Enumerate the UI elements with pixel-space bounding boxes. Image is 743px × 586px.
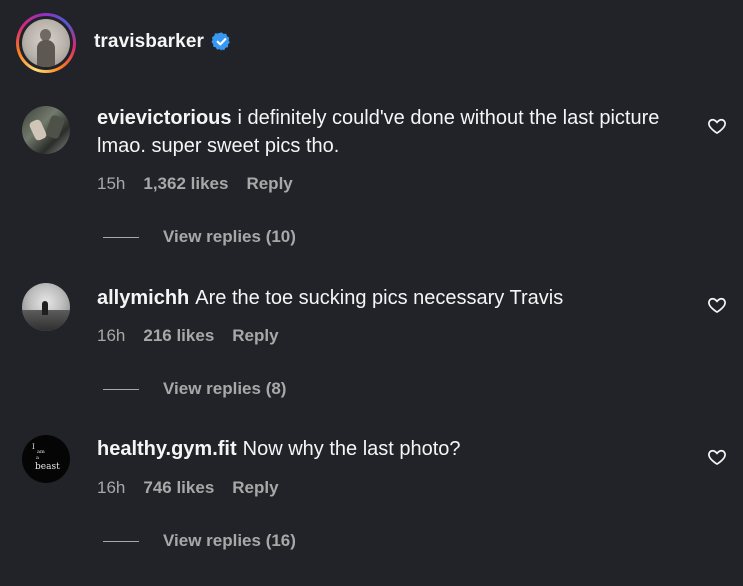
commenter-avatar[interactable] bbox=[22, 106, 70, 154]
view-replies-label: View replies (10) bbox=[163, 227, 296, 246]
comment-likes[interactable]: 746 likes bbox=[143, 478, 214, 498]
verified-badge-icon bbox=[211, 32, 230, 51]
reply-button[interactable]: Reply bbox=[232, 326, 278, 346]
comment-time: 15h bbox=[97, 174, 126, 193]
comment-time: 16h bbox=[97, 478, 126, 497]
comment-time: 16h bbox=[97, 326, 126, 345]
avatar-logo-text: I bbox=[32, 443, 35, 451]
commenter-username[interactable]: evievictorious bbox=[97, 107, 232, 129]
view-replies-button[interactable]: View replies (16) bbox=[103, 531, 296, 551]
author-username[interactable]: travisbarker bbox=[94, 31, 204, 53]
comment-likes[interactable]: 216 likes bbox=[143, 326, 214, 346]
comment-body: allymichh Are the toe sucking pics necess… bbox=[97, 284, 697, 312]
comment-meta: 16h 746 likes Reply bbox=[97, 478, 279, 498]
view-replies-label: View replies (8) bbox=[163, 379, 287, 398]
comment-likes[interactable]: 1,362 likes bbox=[143, 174, 228, 194]
view-replies-label: View replies (16) bbox=[163, 531, 296, 550]
heart-icon[interactable] bbox=[707, 295, 727, 315]
replies-divider bbox=[103, 540, 139, 542]
commenter-avatar[interactable]: I am a beast bbox=[22, 435, 70, 483]
reply-button[interactable]: Reply bbox=[246, 174, 292, 194]
avatar-logo-text: a bbox=[36, 455, 39, 461]
commenter-username[interactable]: allymichh bbox=[97, 287, 189, 309]
comment-text: Are the toe sucking pics necessary Travi… bbox=[195, 287, 564, 309]
comment-meta: 16h 216 likes Reply bbox=[97, 326, 279, 346]
replies-divider bbox=[103, 236, 139, 238]
view-replies-button[interactable]: View replies (8) bbox=[103, 379, 286, 399]
comment-body: healthy.gym.fit Now why the last photo? bbox=[97, 435, 697, 463]
comment-text: Now why the last photo? bbox=[242, 438, 461, 460]
author-avatar-image bbox=[22, 19, 70, 67]
comments-panel: travisbarker evievictorious i definitely … bbox=[0, 0, 743, 586]
avatar-logo-text: beast bbox=[35, 462, 60, 472]
commenter-avatar[interactable] bbox=[22, 283, 70, 331]
replies-divider bbox=[103, 388, 139, 390]
heart-icon[interactable] bbox=[707, 447, 727, 467]
heart-icon[interactable] bbox=[707, 116, 727, 136]
view-replies-button[interactable]: View replies (10) bbox=[103, 227, 296, 247]
commenter-username[interactable]: healthy.gym.fit bbox=[97, 438, 237, 460]
comment-body: evievictorious i definitely could've done… bbox=[97, 104, 697, 160]
comment-meta: 15h 1,362 likes Reply bbox=[97, 174, 293, 194]
post-header: travisbarker bbox=[0, 0, 743, 88]
author-avatar[interactable] bbox=[16, 13, 76, 73]
reply-button[interactable]: Reply bbox=[232, 478, 278, 498]
